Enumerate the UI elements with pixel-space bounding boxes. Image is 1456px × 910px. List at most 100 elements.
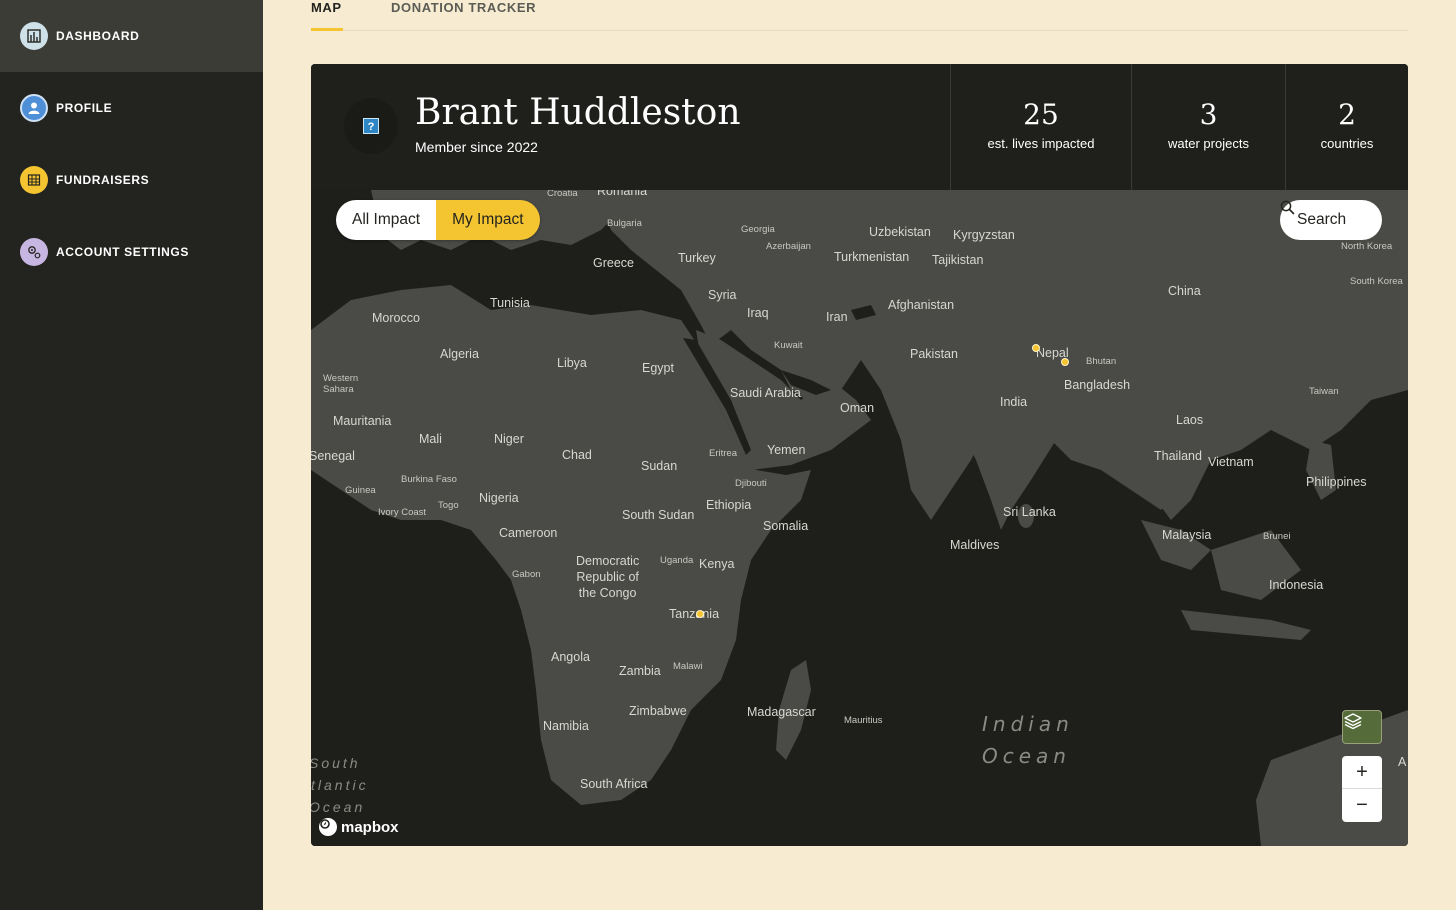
user-name: Brant Huddleston — [415, 92, 741, 133]
tab-donation-tracker[interactable]: DONATION TRACKER — [391, 0, 536, 31]
map-label-chad: Chad — [562, 448, 592, 462]
impact-pin[interactable] — [696, 610, 704, 618]
map-label-south-atlantic-line3: Ocean — [311, 799, 366, 815]
layers-icon — [1344, 713, 1362, 730]
map-label-edge-a: A — [1398, 755, 1407, 769]
map-label-indian-ocean-line1: Indian — [982, 712, 1074, 736]
map-label-mali: Mali — [419, 432, 442, 446]
impact-pin[interactable] — [1061, 358, 1069, 366]
tab-label: DONATION TRACKER — [391, 0, 537, 15]
map-label-thailand: Thailand — [1154, 449, 1202, 463]
impact-map[interactable]: Croatia Romania Bulgaria Georgia Azerbai… — [311, 190, 1408, 846]
map-label-south-sudan: South Sudan — [622, 508, 695, 522]
sidebar-item-label: ACCOUNT SETTINGS — [56, 245, 189, 259]
fundraisers-icon — [20, 166, 48, 194]
avatar: ? — [344, 98, 398, 154]
map-label-ethiopia: Ethiopia — [706, 498, 752, 512]
profile-header: ? Brant Huddleston Member since 2022 25 … — [311, 64, 1408, 190]
map-label-kuwait: Kuwait — [774, 340, 803, 351]
map-label-egypt: Egypt — [642, 361, 674, 375]
all-impact-button[interactable]: All Impact — [336, 200, 437, 240]
map-label-laos: Laos — [1176, 413, 1204, 427]
map-label-south-atlantic-line2: tlantic — [311, 777, 369, 793]
map-label-turkmenistan: Turkmenistan — [834, 250, 910, 264]
mapbox-wordmark: mapbox — [341, 818, 399, 836]
dashboard-icon — [20, 22, 48, 50]
sidebar-item-dashboard[interactable]: DASHBOARD — [0, 0, 263, 72]
sidebar-item-label: PROFILE — [56, 101, 113, 115]
map-label-cameroon: Cameroon — [499, 526, 558, 540]
map-label-sudan: Sudan — [641, 459, 678, 473]
map-label-philippines: Philippines — [1306, 475, 1367, 489]
impact-toggle: All Impact My Impact — [336, 200, 540, 240]
active-tab-indicator — [311, 28, 343, 31]
map-label-algeria: Algeria — [440, 347, 479, 361]
map-label-kenya: Kenya — [699, 557, 735, 571]
map-label-tunisia: Tunisia — [490, 296, 530, 310]
map-label-romania: Romania — [597, 190, 648, 198]
map-label-mauritius: Mauritius — [844, 715, 883, 726]
sidebar: DASHBOARD PROFILE FUNDRAISERS ACCOUNT SE… — [0, 0, 263, 910]
zoom-in-button[interactable]: + — [1342, 756, 1382, 789]
map-label-somalia: Somalia — [763, 519, 809, 533]
map-label-eritrea: Eritrea — [709, 448, 737, 459]
map-label-kyrgyzstan: Kyrgyzstan — [953, 228, 1015, 242]
map-label-indonesia: Indonesia — [1269, 578, 1324, 592]
my-impact-button[interactable]: My Impact — [436, 200, 540, 240]
member-since: Member since 2022 — [415, 139, 538, 155]
map-label-guinea: Guinea — [345, 485, 376, 496]
map-label-saudi-arabia: Saudi Arabia — [730, 386, 801, 400]
map-label-nigeria: Nigeria — [479, 491, 519, 505]
map-label-syria: Syria — [708, 288, 737, 302]
sidebar-item-label: DASHBOARD — [56, 29, 140, 43]
map-label-mauritania: Mauritania — [333, 414, 392, 428]
mapbox-logo[interactable]: mapbox — [319, 818, 399, 836]
map-label-croatia: Croatia — [547, 190, 578, 199]
map-label-sri-lanka: Sri Lanka — [1003, 505, 1056, 519]
map-label-malawi: Malawi — [673, 661, 703, 672]
map-label-brunei: Brunei — [1263, 531, 1291, 542]
map-label-djibouti: Djibouti — [735, 478, 767, 489]
sidebar-item-account-settings[interactable]: ACCOUNT SETTINGS — [0, 216, 263, 288]
map-label-angola: Angola — [551, 650, 590, 664]
map-search-button[interactable]: Search — [1280, 200, 1382, 240]
map-label-ivory-coast: Ivory Coast — [378, 507, 427, 518]
map-label-burkina-faso: Burkina Faso — [401, 474, 457, 485]
map-label-tanzania: Tanzania — [669, 607, 720, 621]
map-label-vietnam: Vietnam — [1208, 455, 1254, 469]
impact-pin[interactable] — [1032, 344, 1040, 352]
zoom-control: + − — [1342, 756, 1382, 822]
map-label-zimbabwe: Zimbabwe — [629, 704, 687, 718]
map-label-madagascar: Madagascar — [747, 705, 816, 719]
map-label-maldives: Maldives — [950, 538, 1000, 552]
stat-label: water projects — [1168, 136, 1249, 151]
map-label-senegal: Senegal — [311, 449, 355, 463]
profile-icon — [20, 94, 48, 122]
map-label-namibia: Namibia — [543, 719, 589, 733]
map-label-oman: Oman — [840, 401, 875, 415]
map-label-libya: Libya — [557, 356, 587, 370]
map-label-greece: Greece — [593, 256, 634, 270]
stat-value: 2 — [1338, 98, 1356, 131]
mapbox-icon — [319, 818, 337, 836]
map-label-uzbekistan: Uzbekistan — [869, 225, 931, 239]
tab-map[interactable]: MAP — [311, 0, 343, 31]
map-label-yemen: Yemen — [767, 443, 806, 457]
zoom-out-button[interactable]: − — [1342, 789, 1382, 822]
stat-lives-impacted: 25 est. lives impacted — [950, 64, 1131, 190]
map-label-azerbaijan: Azerbaijan — [766, 241, 811, 252]
map-label-india: India — [1000, 395, 1028, 409]
map-label-iran: Iran — [826, 310, 848, 324]
map-label-afghanistan: Afghanistan — [888, 298, 955, 312]
map-label-bulgaria: Bulgaria — [607, 218, 642, 229]
map-label-georgia: Georgia — [741, 224, 775, 235]
sidebar-item-profile[interactable]: PROFILE — [0, 72, 263, 144]
stat-water-projects: 3 water projects — [1131, 64, 1285, 190]
map-label-niger: Niger — [494, 432, 524, 446]
impact-card: ? Brant Huddleston Member since 2022 25 … — [311, 64, 1408, 846]
sidebar-item-fundraisers[interactable]: FUNDRAISERS — [0, 144, 263, 216]
map-landmass — [311, 190, 1408, 846]
map-label-indian-ocean-line2: Ocean — [982, 744, 1071, 768]
map-label-china: China — [1168, 284, 1201, 298]
map-style-button[interactable] — [1342, 710, 1382, 744]
